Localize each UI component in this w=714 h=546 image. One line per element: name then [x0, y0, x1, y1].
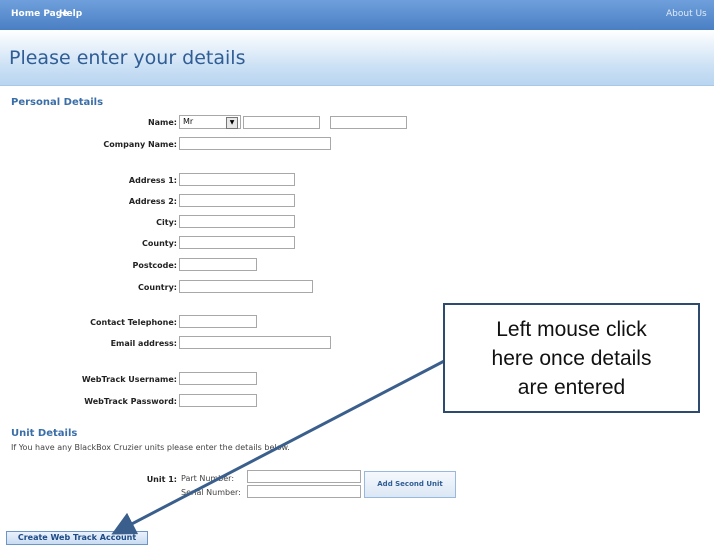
- callout-line-1: Left mouse click: [496, 318, 647, 341]
- callout-line-3: are entered: [517, 376, 626, 399]
- instruction-callout: Left mouse click here once details are e…: [443, 303, 700, 413]
- callout-line-2: here once details: [491, 347, 652, 370]
- callout-arrow: [111, 356, 451, 535]
